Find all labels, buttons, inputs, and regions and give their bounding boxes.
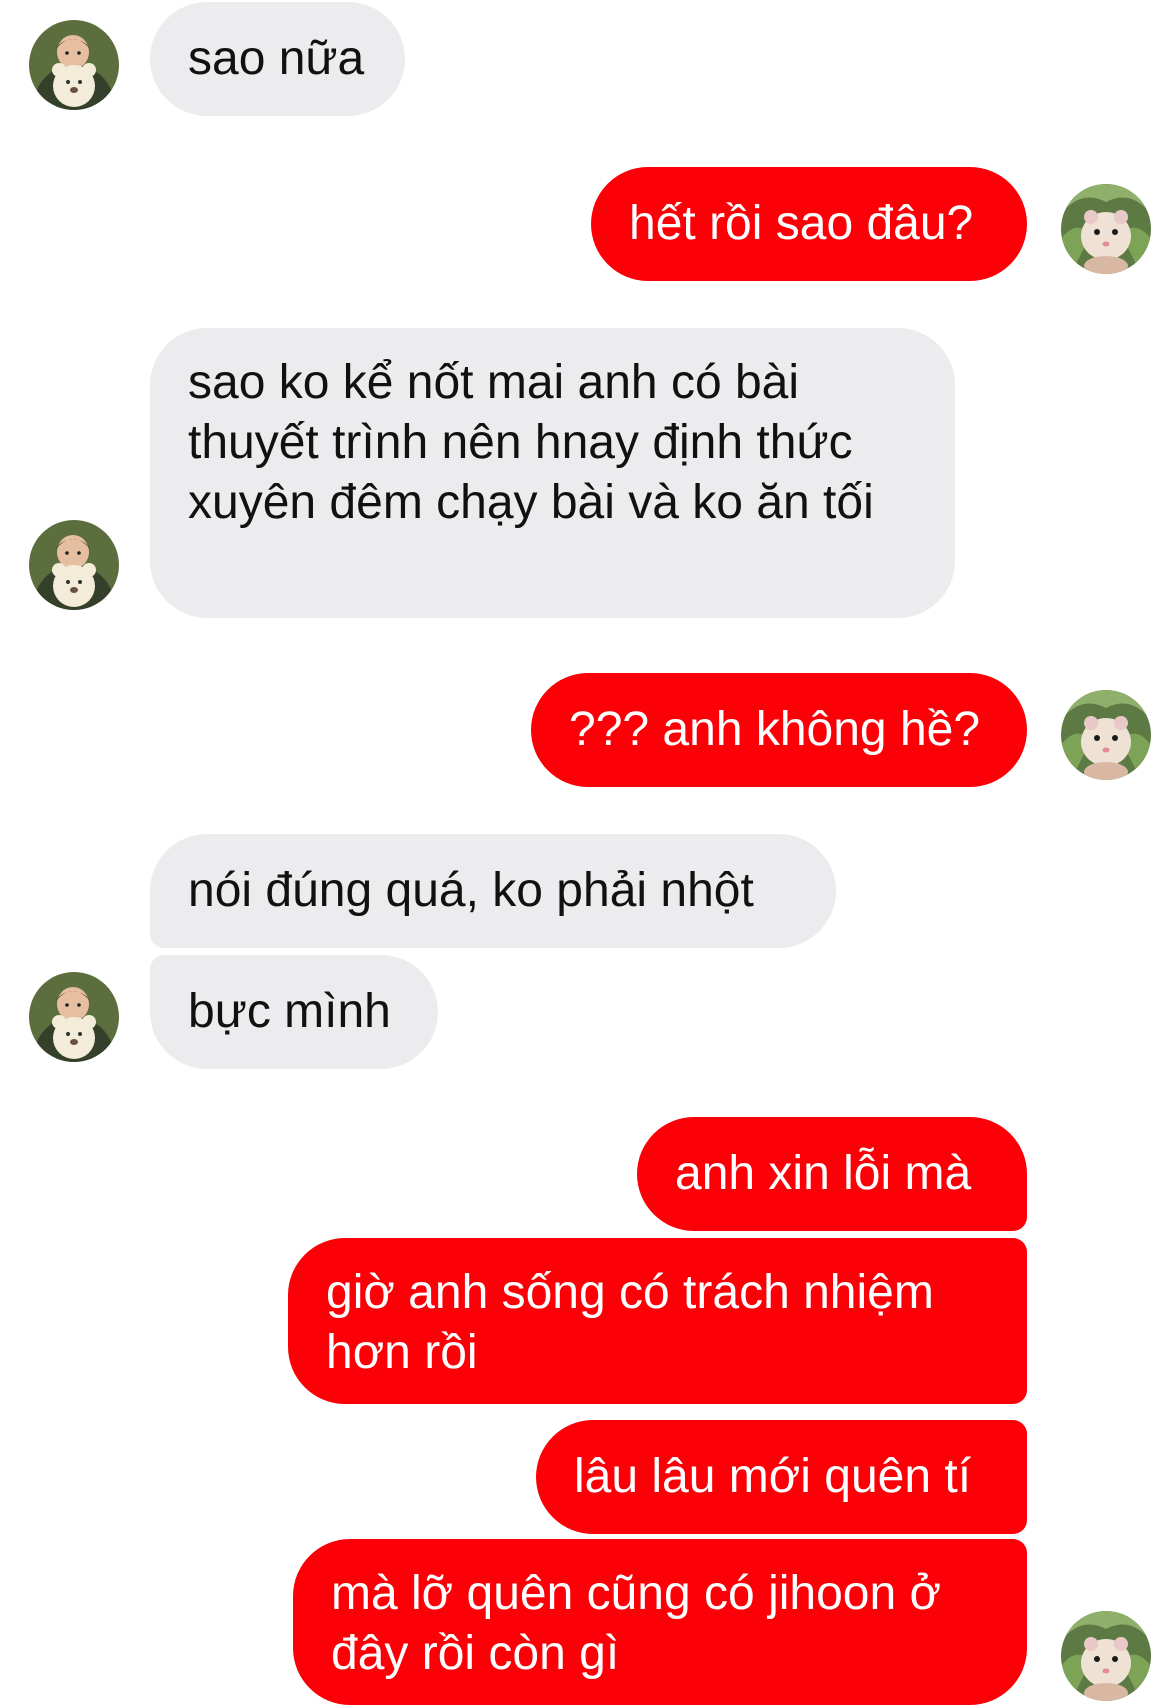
message-bubble-incoming[interactable]: sao nữa [150,2,405,116]
hamster-avatar-icon [1061,1611,1151,1701]
message-bubble-outgoing[interactable]: giờ anh sống có trách nhiệm hơn rồi [288,1238,1027,1404]
chat-screen: { "messages": [ {"sender": "other", "tex… [0,0,1170,1705]
message-bubble-outgoing[interactable]: anh xin lỗi mà [637,1117,1027,1231]
child-avatar-icon [29,20,119,110]
message-bubble-outgoing[interactable]: ??? anh không hề? [531,673,1027,787]
message-text: mà lỡ quên cũng có jihoon ở đây rồi còn … [331,1567,941,1680]
hamster-avatar-icon [1061,184,1151,274]
message-text: hết rồi sao đâu? [629,197,974,250]
message-bubble-incoming[interactable]: nói đúng quá, ko phải nhột [150,834,836,948]
message-text: anh xin lỗi mà [675,1147,972,1200]
message-bubble-incoming[interactable]: sao ko kể nốt mai anh có bài thuyết trìn… [150,328,955,618]
message-text: ??? anh không hề? [569,703,981,756]
message-text: giờ anh sống có trách nhiệm hơn rồi [326,1266,934,1379]
avatar-other[interactable] [29,20,119,110]
child-avatar-icon [29,520,119,610]
message-bubble-outgoing[interactable]: lâu lâu mới quên tí [536,1420,1027,1534]
avatar-other[interactable] [29,972,119,1062]
avatar-me[interactable] [1061,690,1151,780]
message-bubble-incoming[interactable]: bực mình [150,955,438,1069]
message-bubble-outgoing[interactable]: mà lỡ quên cũng có jihoon ở đây rồi còn … [293,1539,1027,1705]
message-text: sao nữa [188,32,365,85]
avatar-me[interactable] [1061,1611,1151,1701]
message-text: lâu lâu mới quên tí [574,1450,972,1503]
avatar-me[interactable] [1061,184,1151,274]
message-text: sao ko kể nốt mai anh có bài thuyết trìn… [188,356,874,529]
avatar-other[interactable] [29,520,119,610]
message-text: bực mình [188,985,391,1038]
hamster-avatar-icon [1061,690,1151,780]
message-text: nói đúng quá, ko phải nhột [188,864,754,917]
message-bubble-outgoing[interactable]: hết rồi sao đâu? [591,167,1027,281]
child-avatar-icon [29,972,119,1062]
